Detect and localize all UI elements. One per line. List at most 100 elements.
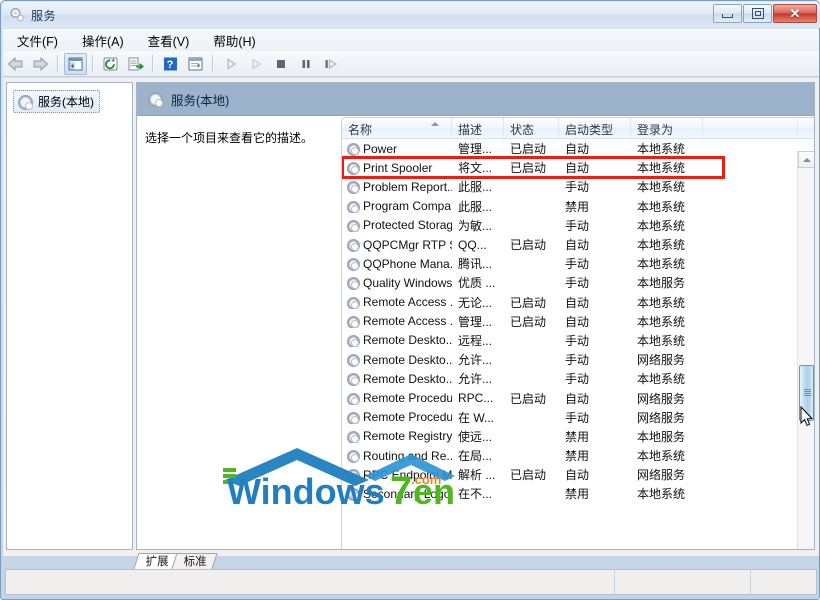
cell-logon: 网络服务 xyxy=(637,468,686,483)
service-name-label: Print Spooler xyxy=(363,160,433,175)
cell-startup: 自动 xyxy=(565,142,590,157)
cell-desc: 解析 ... xyxy=(458,468,496,483)
cell-name: Remote Registry xyxy=(342,429,452,444)
menu-action[interactable]: 操作(A) xyxy=(72,29,134,52)
table-row[interactable]: Problem Report... 此服... 手动 本地系统 xyxy=(342,177,814,196)
cell-name: Remote Procedu... xyxy=(342,391,452,406)
table-row[interactable]: Remote Procedu... 在 W... 手动 网络服务 xyxy=(342,408,814,427)
table-row[interactable]: Quality Windows... 优质 ... 手动 本地服务 xyxy=(342,273,814,292)
cell-logon: 本地系统 xyxy=(637,333,686,348)
service-gear-icon xyxy=(346,219,360,233)
tree-node-services-local[interactable]: 服务(本地) xyxy=(13,90,100,113)
properties-icon[interactable] xyxy=(184,53,207,75)
service-name-label: Problem Report... xyxy=(363,179,452,194)
column-header-状态[interactable]: 状态 xyxy=(504,118,559,138)
cell-name: Remote Deskto... xyxy=(342,333,452,348)
column-header-名称[interactable]: 名称 xyxy=(342,118,452,138)
table-row[interactable]: Print Spooler 将文... 已启动 自动 本地系统 xyxy=(342,158,814,177)
service-name-label: Remote Deskto... xyxy=(363,333,452,348)
cell-desc: 允许... xyxy=(458,372,493,387)
table-row[interactable]: QQPhone Mana... 腾讯... 手动 本地系统 xyxy=(342,254,814,273)
title-bar: 服务 ✕ xyxy=(2,2,820,28)
table-row[interactable]: Remote Deskto... 远程... 手动 本地系统 xyxy=(342,331,814,350)
service-name-label: QQPCMgr RTP S... xyxy=(363,237,452,252)
table-row[interactable]: Remote Procedu... RPC... 已启动 自动 网络服务 xyxy=(342,388,814,407)
forward-arrow-icon[interactable] xyxy=(29,53,52,75)
service-gear-icon xyxy=(346,430,360,444)
cell-startup: 禁用 xyxy=(565,449,590,464)
cell-startup: 手动 xyxy=(565,180,590,195)
cell-startup: 自动 xyxy=(565,161,590,176)
cell-status: 已启动 xyxy=(510,314,547,329)
cell-startup: 手动 xyxy=(565,410,590,425)
column-header-启动类型[interactable]: 启动类型 xyxy=(559,118,631,138)
table-row[interactable]: Secondary Logon 在不... 禁用 本地系统 xyxy=(342,484,814,503)
status-bar xyxy=(5,569,817,595)
start-service-icon xyxy=(219,53,242,75)
cell-startup: 自动 xyxy=(565,238,590,253)
table-row[interactable]: Power 管理... 已启动 自动 本地系统 xyxy=(342,139,814,158)
help-icon[interactable]: ? xyxy=(159,53,182,75)
cell-desc: 优质 ... xyxy=(458,276,496,291)
menu-file[interactable]: 文件(F) xyxy=(7,29,68,52)
column-header-blank[interactable] xyxy=(703,118,798,138)
cell-logon: 本地服务 xyxy=(637,429,686,444)
table-row[interactable]: Remote Access ... 无论... 已启动 自动 本地系统 xyxy=(342,293,814,312)
close-button[interactable]: ✕ xyxy=(773,4,817,23)
list-body: Power 管理... 已启动 自动 本地系统 Print Spooler 将文... 已启动… xyxy=(342,139,814,504)
cell-name: Print Spooler xyxy=(342,161,452,175)
restart-service-icon xyxy=(319,53,342,75)
menu-view[interactable]: 查看(V) xyxy=(138,29,200,52)
export-list-icon[interactable] xyxy=(124,53,147,75)
table-row[interactable]: Protected Storage 为敏... 手动 本地系统 xyxy=(342,216,814,235)
view-tabs: 扩展 标准 xyxy=(133,553,218,569)
table-row[interactable]: Remote Access ... 管理... 已启动 自动 本地系统 xyxy=(342,312,814,331)
cell-desc: 此服... xyxy=(458,199,493,214)
vertical-scrollbar[interactable] xyxy=(797,151,814,549)
service-name-label: Program Compa... xyxy=(363,199,452,214)
cell-desc: 管理... xyxy=(458,142,493,157)
cell-startup: 手动 xyxy=(565,257,590,272)
cell-logon: 本地系统 xyxy=(637,487,686,502)
column-header-描述[interactable]: 描述 xyxy=(452,118,504,138)
back-arrow-icon[interactable] xyxy=(4,53,27,75)
show-hide-tree-icon[interactable] xyxy=(64,52,87,75)
menu-help[interactable]: 帮助(H) xyxy=(203,29,265,52)
details-pane-header: 服务(本地) xyxy=(137,83,814,116)
service-gear-icon xyxy=(346,315,360,329)
cell-startup: 手动 xyxy=(565,218,590,233)
cell-name: Power xyxy=(342,142,452,156)
column-header-label: 状态 xyxy=(510,123,535,137)
cell-logon: 本地系统 xyxy=(637,372,686,387)
column-header-登录为[interactable]: 登录为 xyxy=(631,118,703,138)
service-gear-icon xyxy=(346,353,360,367)
table-row[interactable]: Program Compa... 此服... 禁用 本地系统 xyxy=(342,197,814,216)
close-icon: ✕ xyxy=(789,6,801,21)
menu-bar: 文件(F) 操作(A) 查看(V) 帮助(H) xyxy=(3,29,819,51)
minimize-button[interactable] xyxy=(713,4,742,23)
tab-standard[interactable]: 标准 xyxy=(171,553,218,569)
cell-startup: 禁用 xyxy=(565,487,590,502)
cell-name: Program Compa... xyxy=(342,199,452,214)
table-row[interactable]: QQPCMgr RTP S... QQ... 已启动 自动 本地系统 xyxy=(342,235,814,254)
cell-desc: 在局... xyxy=(458,449,493,464)
restore-button[interactable] xyxy=(743,4,772,23)
cell-name: Remote Procedu... xyxy=(342,410,452,425)
cell-logon: 本地服务 xyxy=(637,276,686,291)
cell-name: QQPCMgr RTP S... xyxy=(342,238,452,252)
refresh-icon[interactable] xyxy=(99,53,122,75)
table-row[interactable]: Routing and Re... 在局... 禁用 本地系统 xyxy=(342,446,814,465)
table-row[interactable]: RPC Endpoint M... 解析 ... 已启动 自动 网络服务 xyxy=(342,465,814,484)
cell-logon: 网络服务 xyxy=(637,410,686,425)
table-row[interactable]: Remote Registry 使远... 禁用 本地服务 xyxy=(342,427,814,446)
table-row[interactable]: Remote Deskto... 允许... 手动 网络服务 xyxy=(342,350,814,369)
service-gear-icon xyxy=(346,334,360,348)
separator-3 xyxy=(152,55,154,72)
column-header-label: 登录为 xyxy=(637,123,674,137)
cell-startup: 自动 xyxy=(565,468,590,483)
table-row[interactable]: Remote Deskto... 允许... 手动 本地系统 xyxy=(342,369,814,388)
details-pane-title: 服务(本地) xyxy=(171,93,230,108)
scrollbar-thumb[interactable] xyxy=(799,365,814,421)
service-gear-icon xyxy=(346,161,360,175)
scroll-up-button[interactable] xyxy=(798,151,814,168)
